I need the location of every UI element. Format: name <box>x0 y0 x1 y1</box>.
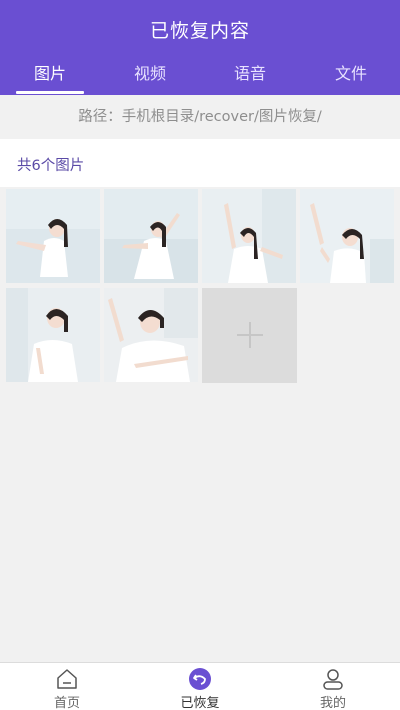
path-label: 路径：手机根目录/recover/图片恢复/ <box>0 95 400 139</box>
nav-home[interactable]: 首页 <box>0 663 134 710</box>
bottom-nav: 首页 已恢复 我的 <box>0 662 400 710</box>
image-thumbnail-4[interactable] <box>300 189 394 283</box>
active-tab-indicator <box>16 91 84 94</box>
tab-bar: 图片 视频 语音 文件 <box>0 60 400 95</box>
tab-images[interactable]: 图片 <box>5 60 95 84</box>
photo-thumbnail-icon <box>6 288 100 382</box>
image-grid <box>0 187 400 387</box>
photo-thumbnail-icon <box>104 288 198 382</box>
nav-restored[interactable]: 已恢复 <box>133 663 267 710</box>
tab-videos[interactable]: 视频 <box>105 60 195 84</box>
photo-thumbnail-icon <box>202 189 296 283</box>
nav-restored-label: 已恢复 <box>180 696 220 710</box>
tab-files[interactable]: 文件 <box>306 60 396 84</box>
add-image-button[interactable] <box>202 288 297 383</box>
image-thumbnail-3[interactable] <box>202 189 296 283</box>
restore-icon <box>189 668 211 690</box>
page-title: 已恢复内容 <box>149 20 250 42</box>
home-icon <box>57 669 77 689</box>
count-bar: 共6个图片 <box>0 139 400 187</box>
image-count: 共6个图片 <box>17 158 85 174</box>
nav-profile-label: 我的 <box>319 696 346 710</box>
image-thumbnail-1[interactable] <box>6 189 100 283</box>
nav-home-label: 首页 <box>53 696 80 710</box>
app-header: 已恢复内容 图片 视频 语音 文件 <box>0 0 400 95</box>
image-thumbnail-5[interactable] <box>6 288 100 382</box>
image-thumbnail-2[interactable] <box>104 189 198 283</box>
photo-thumbnail-icon <box>104 189 198 283</box>
nav-profile[interactable]: 我的 <box>266 663 400 710</box>
photo-thumbnail-icon <box>6 189 100 283</box>
tab-voice[interactable]: 语音 <box>205 60 295 84</box>
image-thumbnail-6[interactable] <box>104 288 198 382</box>
photo-thumbnail-icon <box>300 189 394 283</box>
user-icon <box>323 669 343 690</box>
